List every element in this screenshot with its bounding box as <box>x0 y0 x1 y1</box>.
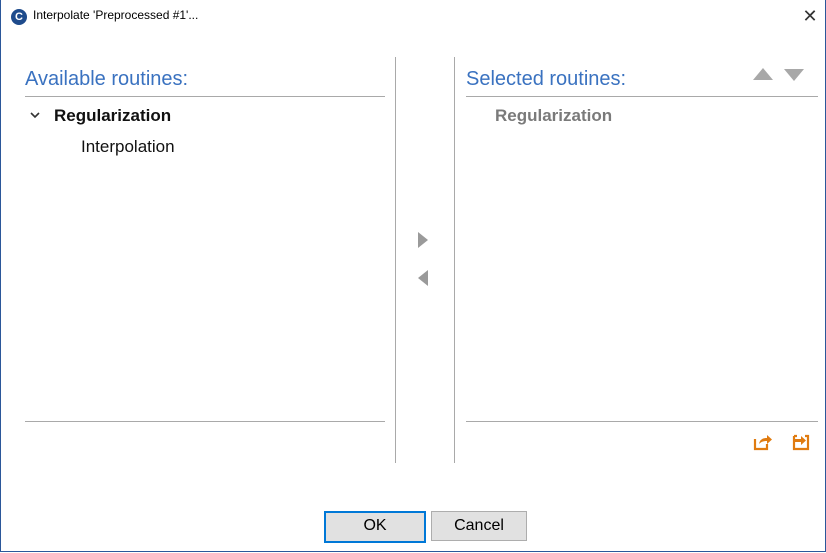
window-title: Interpolate 'Preprocessed #1'... <box>33 8 199 22</box>
selected-footer-divider <box>466 421 818 422</box>
tree-group-label: Regularization <box>54 106 172 125</box>
add-routine-arrow-icon[interactable] <box>418 232 428 248</box>
app-logo-icon: C <box>11 9 27 25</box>
middle-left-divider <box>395 57 396 463</box>
available-footer-divider <box>25 421 385 422</box>
chevron-down-icon[interactable] <box>30 107 40 123</box>
selected-group-regularization[interactable]: Regularization <box>495 106 612 126</box>
import-icon[interactable] <box>791 433 811 456</box>
title-bar: C Interpolate 'Preprocessed #1'... ✕ <box>1 0 825 32</box>
dialog-window: C Interpolate 'Preprocessed #1'... ✕ Ava… <box>0 0 826 552</box>
move-up-icon[interactable] <box>753 68 773 80</box>
available-header-divider <box>25 96 385 97</box>
selected-routines-title: Selected routines: <box>466 68 627 90</box>
cancel-button[interactable]: Cancel <box>431 511 527 541</box>
remove-routine-arrow-icon[interactable] <box>418 270 428 286</box>
export-icon[interactable] <box>753 433 773 456</box>
selected-header-divider <box>466 96 818 97</box>
tree-item-interpolation[interactable]: Interpolation <box>81 137 175 157</box>
available-routines-title: Available routines: <box>25 68 189 90</box>
middle-right-divider <box>454 57 455 463</box>
move-down-icon[interactable] <box>784 69 804 81</box>
close-button[interactable]: ✕ <box>795 0 825 32</box>
ok-button[interactable]: OK <box>324 511 426 543</box>
